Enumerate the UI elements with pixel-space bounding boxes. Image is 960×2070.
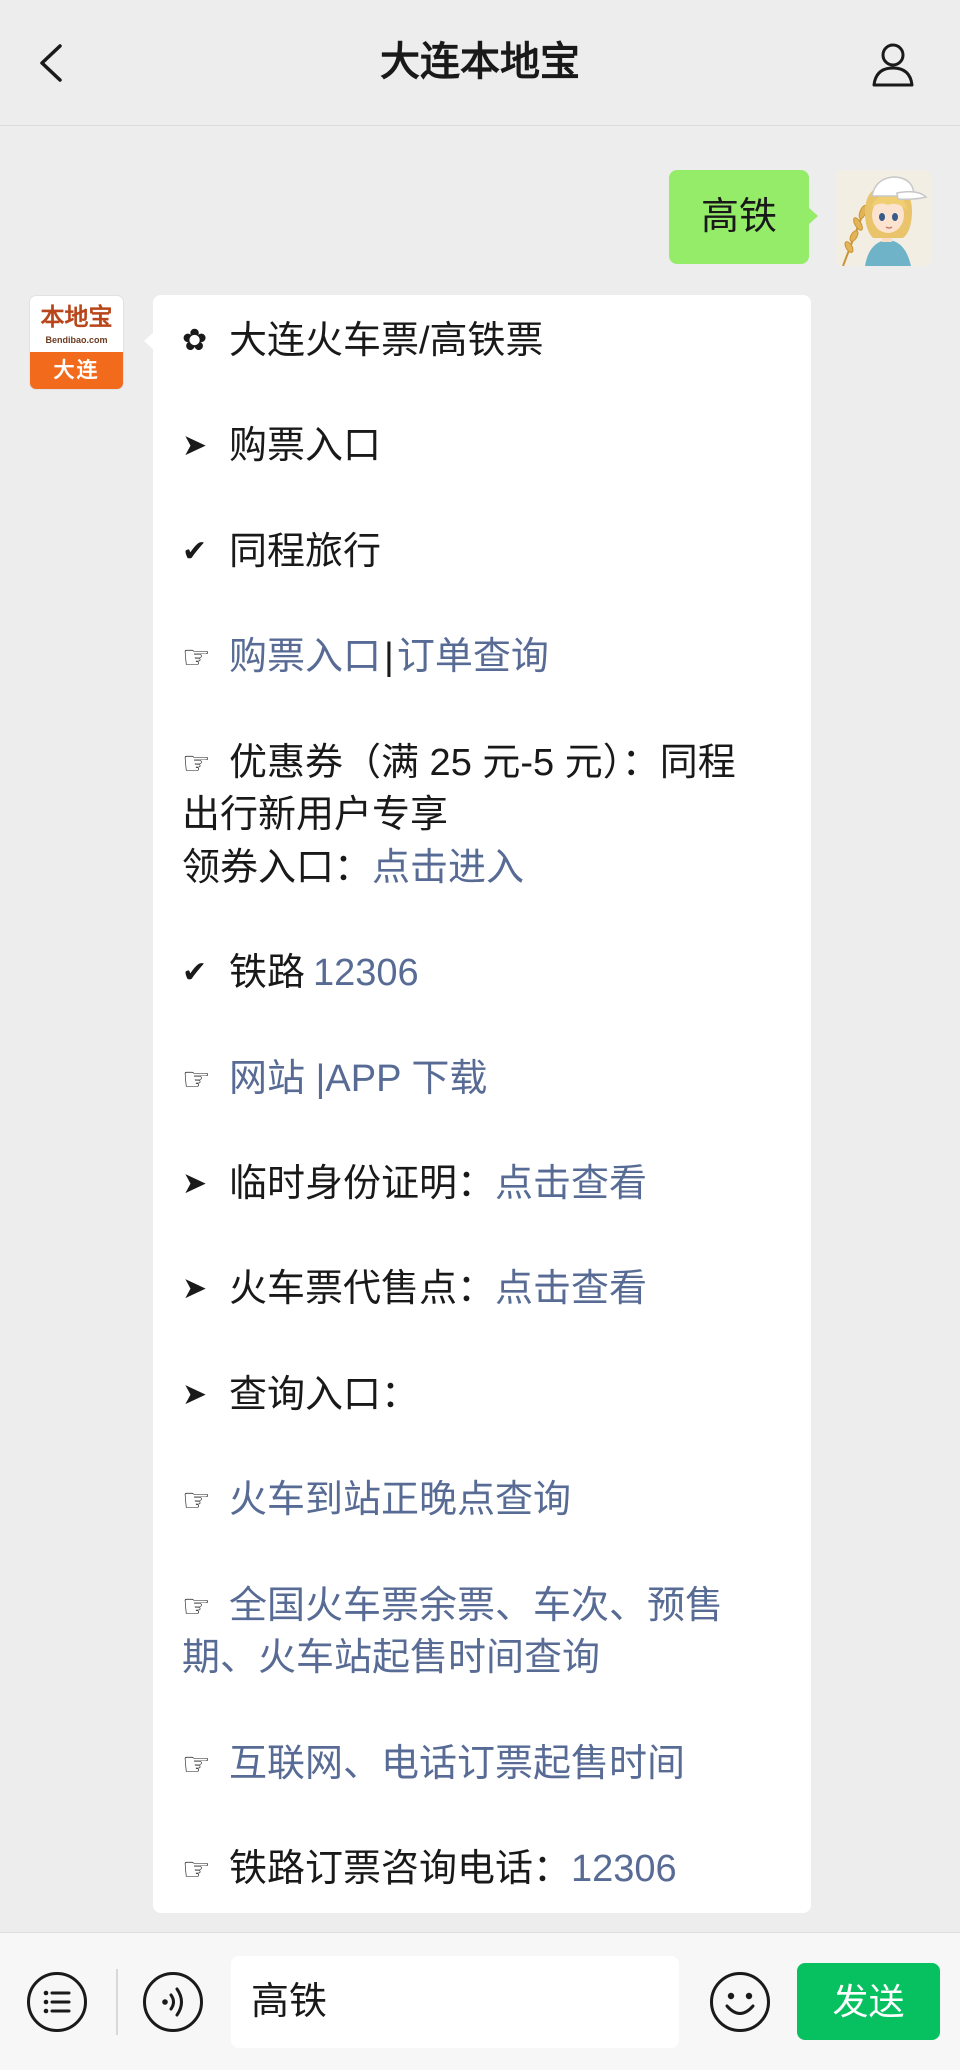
hotline-line: ☞ 铁路订票咨询电话：12306 bbox=[182, 1843, 791, 1896]
paragraph-query-entry: ➤ 查询入口： bbox=[182, 1369, 791, 1422]
tongcheng-travel-heading: 同程旅行 bbox=[229, 530, 382, 573]
coupon-text: 优惠券（满 25 元-5 元）：同程 bbox=[229, 741, 736, 784]
pointing-hand-icon: ☞ bbox=[182, 1481, 211, 1520]
section-title: 大连火车票/高铁票 bbox=[229, 320, 544, 362]
railway-12306-link[interactable]: 12306 bbox=[313, 952, 419, 994]
buy-ticket-heading: 购票入口 bbox=[229, 425, 382, 468]
query-entry-heading: 查询入口： bbox=[229, 1373, 420, 1416]
bendibao-avatar[interactable]: 本地宝 Bendibao.com 大连 bbox=[29, 295, 124, 390]
arrow-bullet-icon: ➤ bbox=[182, 1166, 208, 1201]
ticket-agency-line: ➤ 火车票代售点：点击查看 bbox=[182, 1263, 791, 1316]
booking-start-line: ☞ 互联网、电话订票起售时间 bbox=[182, 1738, 791, 1791]
coupon-line: ☞ 优惠券（满 25 元-5 元）：同程 bbox=[182, 737, 791, 790]
ticket-availability-line-continued: 期、火车站起售时间查询 bbox=[182, 1632, 791, 1685]
temp-id-label: 临时身份证明： bbox=[229, 1163, 496, 1205]
hotline-number-link[interactable]: 12306 bbox=[571, 1848, 677, 1890]
ticket-availability-query-link[interactable]: 全国火车票余票、车次、预售 bbox=[229, 1585, 723, 1627]
paragraph-railway: ✔ 铁路 12306 bbox=[182, 947, 791, 1000]
pointing-hand-icon: ☞ bbox=[182, 1586, 211, 1625]
ticket-availability-query-link-continued[interactable]: 期、火车站起售时间查询 bbox=[182, 1637, 600, 1679]
input-bar-divider bbox=[116, 1969, 118, 2035]
buy-ticket-line: ➤ 购票入口 bbox=[182, 420, 791, 473]
message-input[interactable]: 高铁 bbox=[231, 1956, 679, 2048]
coupon-text-continued: 出行新用户专享 bbox=[182, 794, 449, 837]
paragraph-buy-ticket: ➤ 购票入口 bbox=[182, 420, 791, 473]
website-app-line: ☞ 网站 |APP 下载 bbox=[182, 1053, 791, 1106]
anime-avatar-icon[interactable] bbox=[835, 170, 931, 266]
ticket-availability-line: ☞ 全国火车票余票、车次、预售 bbox=[182, 1580, 791, 1633]
link-separator: | bbox=[384, 636, 394, 679]
pointing-hand-icon: ☞ bbox=[182, 743, 211, 782]
tongcheng-links-line: ☞ 购票入口|订单查询 bbox=[182, 631, 791, 684]
coupon-line-continued: 出行新用户专享 bbox=[182, 789, 791, 842]
paragraph-coupon: ☞ 优惠券（满 25 元-5 元）：同程 出行新用户专享 领券入口：点击进入 bbox=[182, 737, 791, 895]
arrow-bullet-icon: ➤ bbox=[182, 1271, 208, 1307]
train-arrival-query-link[interactable]: 火车到站正晚点查询 bbox=[229, 1479, 571, 1521]
arrow-bullet-icon: ➤ bbox=[182, 428, 208, 464]
paragraph-ticket-availability: ☞ 全国火车票余票、车次、预售 期、火车站起售时间查询 bbox=[182, 1580, 791, 1685]
pointing-hand-icon: ☞ bbox=[182, 1849, 211, 1888]
emoji-icon[interactable] bbox=[709, 1971, 771, 2033]
user-message-bubble: 高铁 bbox=[669, 170, 818, 264]
ticket-agency-link[interactable]: 点击查看 bbox=[495, 1268, 647, 1310]
page-title: 大连本地宝 bbox=[380, 40, 580, 84]
railway-label: 铁路 bbox=[229, 952, 306, 995]
menu-list-icon[interactable] bbox=[26, 1971, 88, 2033]
railway-line: ✔ 铁路 12306 bbox=[182, 947, 791, 1000]
top-nav-bar: 大连本地宝 bbox=[0, 0, 960, 126]
coupon-entry-line: 领券入口：点击进入 bbox=[182, 842, 791, 895]
paragraph-temp-id: ➤ 临时身份证明：点击查看 bbox=[182, 1158, 791, 1211]
coupon-entry-label: 领券入口： bbox=[182, 846, 373, 889]
coupon-entry-link[interactable]: 点击进入 bbox=[372, 847, 524, 889]
paragraph-booking-start: ☞ 互联网、电话订票起售时间 bbox=[182, 1738, 791, 1791]
bot-message-bubble: ✿ 大连火车票/高铁票 ➤ 购票入口 ✔ 同程旅行 ☞ 购票入口|订单查询 ☞ 优惠券（满… bbox=[144, 295, 811, 1913]
hotline-label: 铁路订票咨询电话： bbox=[229, 1847, 572, 1890]
avatar-site-text: Bendibao.com bbox=[45, 335, 108, 345]
query-entry-line: ➤ 查询入口： bbox=[182, 1369, 791, 1422]
paragraph-website-app: ☞ 网站 |APP 下载 bbox=[182, 1053, 791, 1106]
check-bullet-icon: ✔ bbox=[182, 955, 208, 991]
ticket-agency-label: 火车票代售点： bbox=[229, 1268, 496, 1311]
flower-bullet-icon: ✿ bbox=[182, 323, 208, 358]
paragraph-hotline: ☞ 铁路订票咨询电话：12306 bbox=[182, 1843, 791, 1896]
check-bullet-icon: ✔ bbox=[182, 533, 208, 569]
train-arrival-line: ☞ 火车到站正晚点查询 bbox=[182, 1474, 791, 1527]
avatar-logo-area: 本地宝 Bendibao.com bbox=[30, 296, 123, 354]
buy-ticket-link[interactable]: 购票入口 bbox=[229, 636, 381, 678]
paragraph-ticket-agency: ➤ 火车票代售点：点击查看 bbox=[182, 1263, 791, 1316]
order-query-link[interactable]: 订单查询 bbox=[397, 636, 549, 678]
paragraph-train-arrival: ☞ 火车到站正晚点查询 bbox=[182, 1474, 791, 1527]
paragraph-title: ✿ 大连火车票/高铁票 bbox=[182, 315, 791, 368]
title-line: ✿ 大连火车票/高铁票 bbox=[182, 315, 791, 368]
message-input-bar: 高铁 发送 bbox=[0, 1932, 960, 2070]
temp-id-link[interactable]: 点击查看 bbox=[495, 1163, 647, 1205]
send-button[interactable]: 发送 bbox=[797, 1963, 940, 2040]
pointing-hand-icon: ☞ bbox=[182, 1059, 211, 1098]
pointing-hand-icon: ☞ bbox=[182, 1744, 211, 1783]
paragraph-tongcheng: ✔ 同程旅行 bbox=[182, 526, 791, 579]
voice-icon[interactable] bbox=[142, 1971, 204, 2033]
avatar-brand-text: 本地宝 bbox=[40, 304, 113, 331]
temp-id-line: ➤ 临时身份证明：点击查看 bbox=[182, 1158, 791, 1211]
arrow-bullet-icon: ➤ bbox=[182, 1376, 208, 1412]
avatar-city-text: 大连 bbox=[30, 352, 123, 389]
website-app-download-link[interactable]: 网站 |APP 下载 bbox=[229, 1058, 487, 1100]
user-profile-icon[interactable] bbox=[869, 40, 917, 88]
tongcheng-line: ✔ 同程旅行 bbox=[182, 526, 791, 579]
pointing-hand-icon: ☞ bbox=[182, 638, 211, 677]
paragraph-tongcheng-links: ☞ 购票入口|订单查询 bbox=[182, 631, 791, 684]
booking-start-time-link[interactable]: 互联网、电话订票起售时间 bbox=[229, 1743, 685, 1785]
